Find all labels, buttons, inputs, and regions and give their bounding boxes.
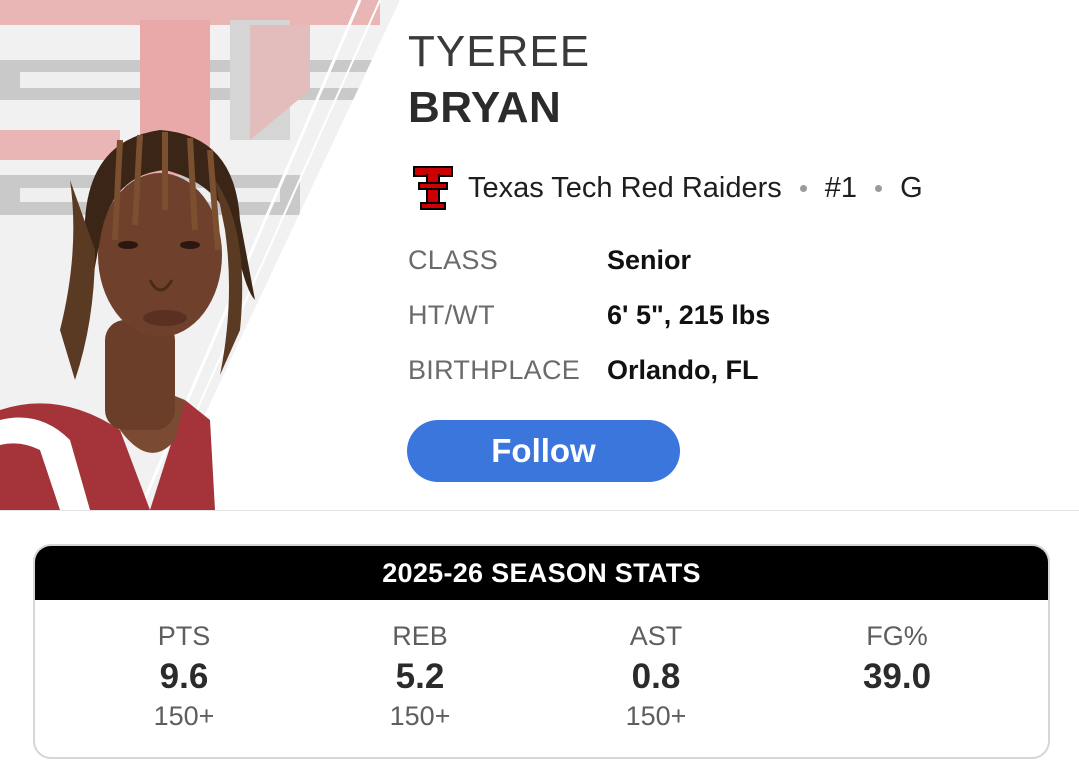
stat-value: 0.8	[631, 657, 681, 696]
stat-label: AST	[629, 621, 683, 651]
info-value: Orlando, FL	[607, 354, 759, 385]
team-name[interactable]: Texas Tech Red Raiders	[468, 172, 782, 205]
stat-reb: REB 5.2 150+	[320, 600, 520, 732]
stat-label: FG%	[866, 621, 928, 651]
info-label: BIRTHPLACE	[408, 354, 581, 385]
stat-value: 9.6	[159, 657, 209, 696]
separator-dot	[875, 184, 883, 192]
stat-rank: 150+	[389, 701, 451, 731]
info-value: 6' 5", 215 lbs	[607, 299, 771, 330]
info-label: HT/WT	[408, 299, 495, 330]
follow-button[interactable]: Follow	[407, 420, 680, 482]
stat-label: REB	[392, 621, 448, 651]
player-first-name: TYEREE	[408, 27, 591, 76]
player-photo	[0, 0, 400, 510]
stat-rank: 150+	[625, 701, 687, 731]
stat-fg-pct: FG% 39.0	[797, 600, 997, 700]
texas-tech-logo-icon[interactable]	[412, 164, 454, 212]
season-stats-card: 2025-26 SEASON STATS PTS 9.6 150+ REB 5.…	[33, 544, 1050, 759]
stat-ast: AST 0.8 150+	[556, 600, 756, 732]
stats-columns: PTS 9.6 150+ REB 5.2 150+ AST 0.8 150+ F…	[35, 600, 1048, 757]
separator-dot	[799, 184, 807, 192]
stats-title: 2025-26 SEASON STATS	[35, 546, 1048, 600]
team-row: Texas Tech Red Raiders #1 G	[412, 162, 923, 214]
stat-rank: 150+	[153, 701, 215, 731]
info-value: Senior	[607, 244, 692, 275]
player-hero: TYEREE BRYAN Texas Tech Red Raiders #1 G…	[0, 0, 1079, 511]
stat-value: 5.2	[395, 657, 445, 696]
info-row-ht-wt: HT/WT 6' 5", 215 lbs	[408, 295, 770, 335]
info-row-birthplace: BIRTHPLACE Orlando, FL	[408, 350, 759, 390]
jersey-number: #1	[824, 171, 858, 204]
stat-label: PTS	[157, 621, 211, 651]
info-row-class: CLASS Senior	[408, 240, 691, 280]
player-last-name: BRYAN	[408, 83, 562, 132]
info-label: CLASS	[408, 244, 499, 275]
stat-value: 39.0	[862, 657, 932, 696]
player-position: G	[900, 171, 923, 204]
stat-pts: PTS 9.6 150+	[84, 600, 284, 732]
player-profile-page: TYEREE BRYAN Texas Tech Red Raiders #1 G…	[0, 0, 1079, 763]
